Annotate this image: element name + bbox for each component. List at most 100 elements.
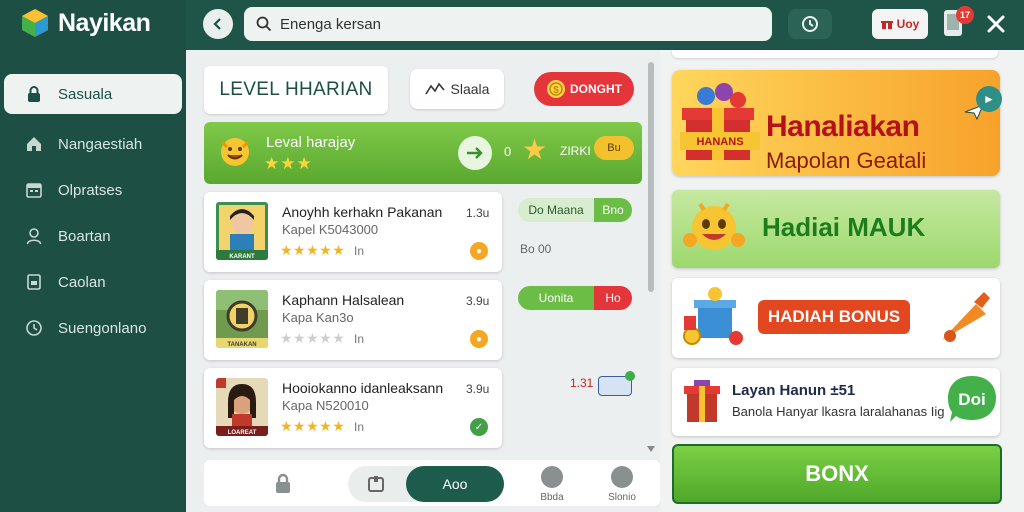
sidebar-item-sasuala[interactable]: Sasuala — [4, 74, 182, 114]
bottom-item-icon — [541, 466, 563, 488]
check-icon: ✓ — [470, 418, 488, 436]
list-item[interactable]: KARANT Anoyhh kerhakn Pakanan Kapel K504… — [204, 192, 502, 272]
card-title: Kaphann Halsalean — [282, 292, 405, 308]
app-logo[interactable]: Nayikan — [20, 8, 151, 38]
rewards-panel: HANANS Hanaliakan Mapolan Geatali ► Hadi… — [660, 50, 1024, 512]
svg-text:LOAREAT: LOAREAT — [228, 430, 257, 436]
close-icon — [987, 15, 1005, 33]
side-tag[interactable] — [598, 371, 635, 396]
promo-title: Hanaliakan — [766, 110, 920, 143]
banner-go-button[interactable] — [458, 136, 492, 170]
promo-card-gift[interactable]: HANANS Hanaliakan Mapolan Geatali ► — [672, 70, 1002, 176]
side-pill-value: Bno — [594, 198, 632, 222]
banner-pill[interactable]: Bu — [594, 136, 634, 160]
sidebar-item-olpratses[interactable]: Olpratses — [4, 170, 182, 210]
sidebar-item-label: Olpratses — [58, 181, 123, 199]
svg-text:Doi: Doi — [958, 390, 985, 409]
card-rating: 1.3u — [466, 206, 490, 220]
close-button[interactable] — [984, 12, 1008, 36]
list-item[interactable]: LOAREAT Hooiokanno idanleaksann Kapa N52… — [204, 368, 502, 448]
bottom-item-label: Bbda — [540, 492, 564, 503]
top-strip — [672, 50, 998, 58]
side-pill-label: Uonita — [518, 286, 594, 310]
gift-badge-button[interactable]: Uoy — [872, 9, 928, 39]
search-icon — [256, 16, 272, 32]
scroll-down-icon[interactable] — [647, 446, 655, 452]
sidebar-item-label: Sasuala — [58, 85, 113, 103]
tab-point[interactable]: $ DONGHT — [534, 72, 634, 106]
back-button[interactable] — [203, 9, 233, 39]
card-title: Anoyhh kerhakn Pakanan — [282, 204, 443, 220]
card-in-label: In — [354, 420, 365, 434]
sidebar-item-suengonlano[interactable]: Suengonlano — [4, 308, 182, 348]
smiley-icon — [220, 138, 250, 166]
sidebar: Nayikan Sasuala Nangaestiah Olpratses Bo… — [0, 0, 186, 512]
sidebar-item-boartan[interactable]: Boartan — [4, 216, 182, 256]
search-input[interactable] — [280, 15, 760, 33]
gift-box-icon: HANANS — [680, 83, 760, 160]
bottom-item-label: Slonio — [608, 492, 636, 503]
tab-status[interactable]: Slaala — [410, 69, 504, 109]
sidebar-item-label: Suengonlano — [58, 319, 147, 337]
app-logo-icon — [22, 9, 48, 37]
card-title: Hooiokanno idanleaksann — [282, 380, 444, 396]
promo-card-bonus[interactable]: HADIAH BONUS — [672, 278, 1000, 358]
card-subtitle: Kapa N520010 — [282, 398, 369, 413]
status-dot-icon: ● — [470, 330, 488, 348]
refresh-icon — [802, 16, 818, 32]
svg-text:HANANS: HANANS — [696, 136, 743, 148]
puzzle-icon — [368, 476, 384, 492]
svg-text:$: $ — [553, 85, 559, 96]
refresh-button[interactable] — [788, 9, 832, 39]
thumbnail-image: KARANT — [216, 202, 268, 260]
rating-stars: ★★★★★ — [280, 242, 346, 258]
lock-icon — [24, 84, 44, 104]
list-item[interactable]: TANAKAN Kaphann Halsalean Kapa Kan3o ★★★… — [204, 280, 502, 360]
gift-coins-icon — [683, 287, 743, 345]
sidebar-item-caolan[interactable]: Caolan — [4, 262, 182, 302]
bottom-item-slonio[interactable]: Slonio — [598, 466, 646, 503]
svg-text:KARANT: KARANT — [229, 254, 255, 260]
promo-card-hadiai[interactable]: Hadiai MAUK — [672, 190, 1000, 268]
bonus-label: HADIAH BONUS — [758, 300, 910, 334]
carrot-icon — [942, 292, 990, 342]
badge-label: Uoy — [896, 17, 920, 31]
daily-level-panel: LEVEL HHARIAN Slaala $ DONGHT Leval hara… — [186, 50, 660, 512]
tab-label: Slaala — [450, 81, 490, 97]
notification-count: 17 — [956, 6, 974, 24]
lock-icon[interactable] — [272, 472, 294, 494]
sidebar-item-nangaestiah[interactable]: Nangaestiah — [4, 124, 182, 164]
level-banner[interactable]: Leval harajay ★★★ 0 ★ ZIRKI Bu — [204, 122, 642, 184]
banner-title: Leval harajay — [266, 134, 356, 151]
star-icon: ★ — [522, 134, 548, 165]
coin-icon: $ — [547, 80, 565, 98]
tab-label: LEVEL HHARIAN — [219, 79, 373, 100]
scroll-thumb[interactable] — [648, 62, 654, 292]
tab-level-harian[interactable]: LEVEL HHARIAN — [204, 66, 388, 114]
banner-stars: ★★★ — [264, 154, 313, 173]
side-pill-2[interactable]: Uonita Ho — [518, 286, 632, 310]
bottom-item-bbda[interactable]: Bbda — [528, 466, 576, 503]
card-rating: 3.9u — [466, 382, 490, 396]
tab-label: DONGHT — [570, 82, 622, 96]
search-bar — [244, 7, 772, 41]
promo-title: Layan Hanun ±51 — [732, 382, 856, 399]
bottom-item-icon — [611, 466, 633, 488]
promo-subtitle: Mapolan Geatali — [766, 148, 927, 173]
back-arrow-icon — [213, 18, 221, 30]
sidebar-nav: Sasuala Nangaestiah Olpratses Boartan Ca… — [0, 72, 186, 354]
info-icon[interactable]: ► — [976, 86, 1002, 112]
bottom-toolbar: Aoo Bbda Slonio — [204, 460, 660, 506]
svg-text:TANAKAN: TANAKAN — [227, 342, 256, 348]
rating-stars: ★★★★★ — [280, 418, 346, 434]
bonx-button[interactable]: BONX — [672, 444, 1002, 504]
notification-button[interactable]: 17 — [942, 6, 974, 40]
smiley-face-icon — [683, 202, 745, 250]
calendar-icon — [24, 180, 44, 200]
view-toggle[interactable]: Aoo — [348, 466, 504, 502]
promo-card-layanan[interactable]: Layan Hanun ±51 Banola Hanyar lkasra lar… — [672, 368, 1000, 436]
thumbnail-image: TANAKAN — [216, 290, 268, 348]
side-pill-1[interactable]: Do Maana Bno — [518, 198, 632, 222]
sidebar-item-label: Caolan — [58, 273, 106, 291]
scrollbar[interactable] — [647, 62, 655, 490]
